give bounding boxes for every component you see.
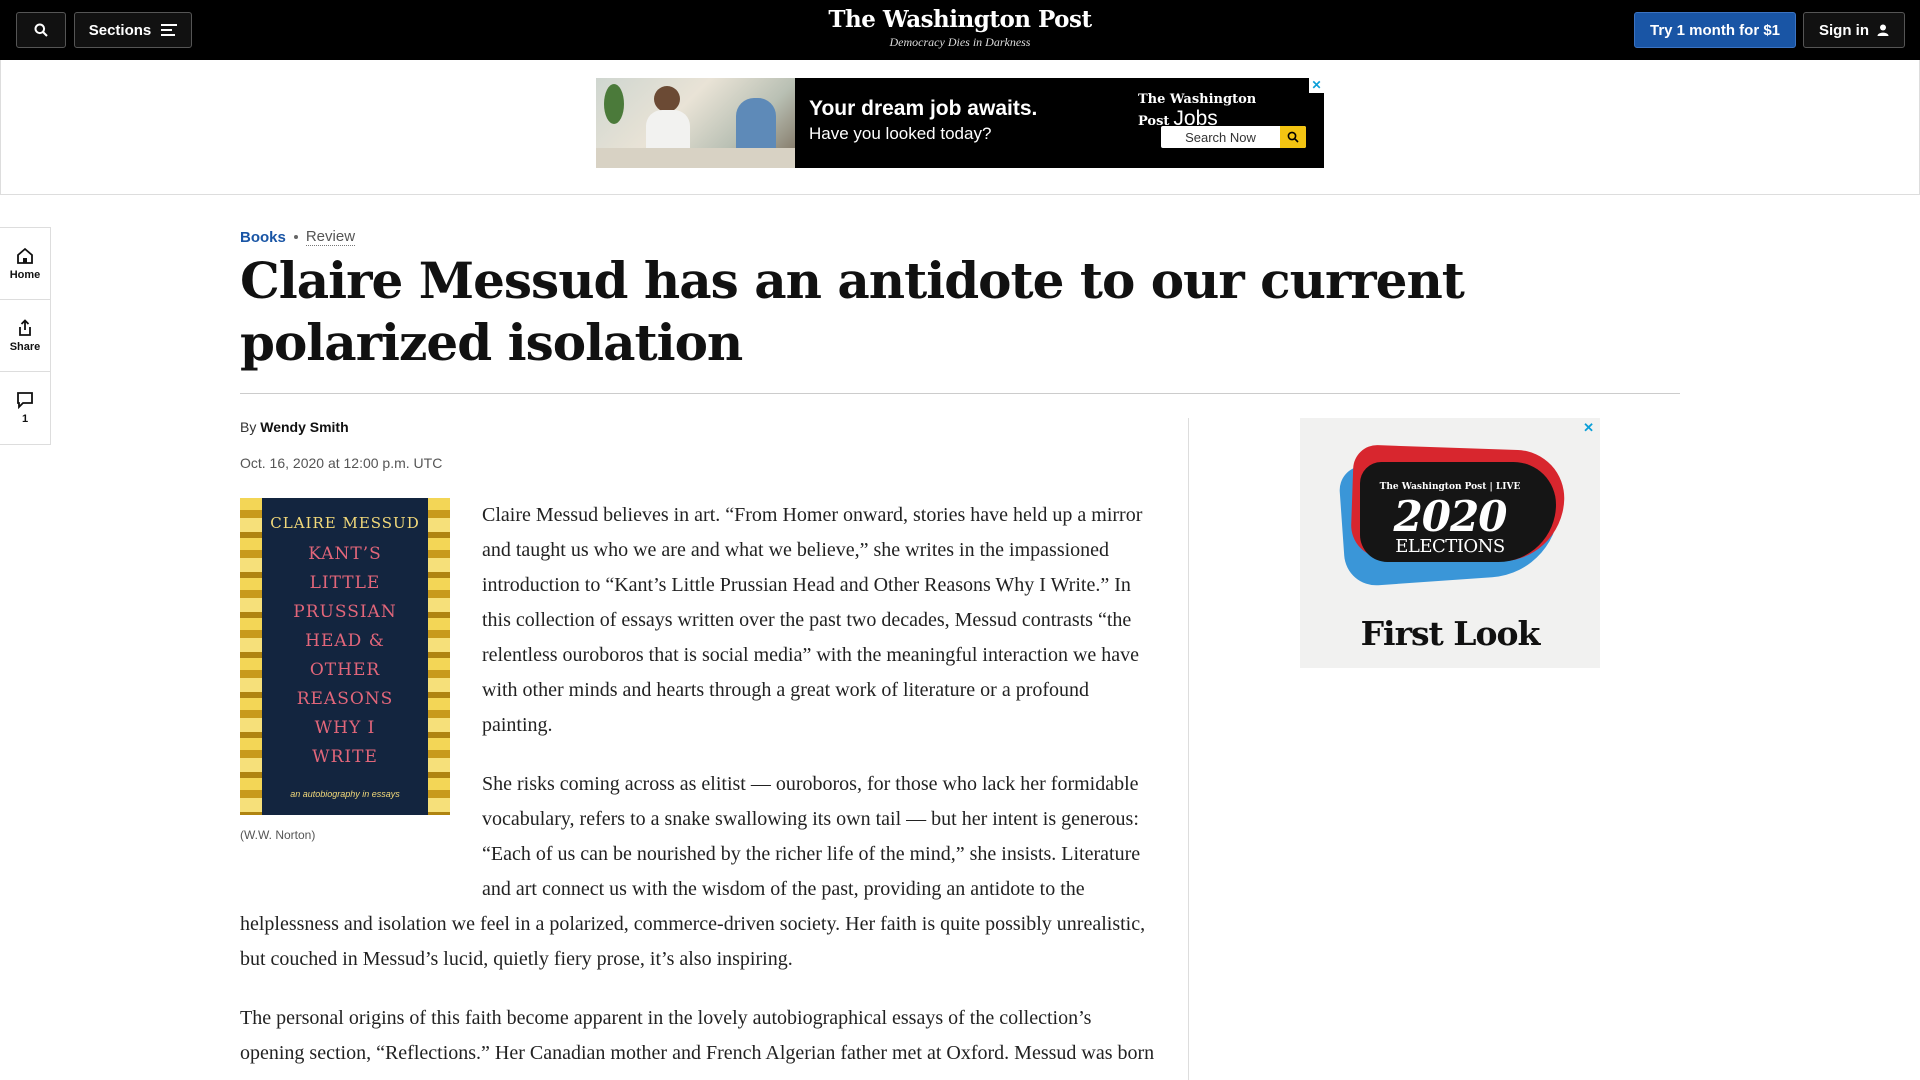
cover-title-line: WRITE <box>312 747 378 767</box>
elections-ad-event: ELECTIONS <box>1395 536 1505 557</box>
section-link[interactable]: Books <box>240 229 286 246</box>
elections-ad-logo: The Washington Post | LIVE <box>1379 482 1521 492</box>
top-nav: Sections The Washington Post Democracy D… <box>0 0 1920 60</box>
elections-ad-year: 2020 <box>1393 492 1508 541</box>
article-headline: Claire Messud has an antidote to our cur… <box>240 251 1465 372</box>
image-caption: (W.W. Norton) <box>240 828 316 842</box>
cover-ornament-left <box>240 498 264 815</box>
rail-comments-count: 1 <box>21 413 29 425</box>
cover-title: KANT’S LITTLE PRUSSIAN HEAD & OTHER REAS… <box>262 540 428 772</box>
kicker-separator <box>293 235 298 239</box>
article-kicker: Books Review <box>240 228 356 246</box>
cover-panel: CLAIRE MESSUD KANT’S LITTLE PRUSSIAN HEA… <box>262 498 428 815</box>
book-cover-image[interactable]: CLAIRE MESSUD KANT’S LITTLE PRUSSIAN HEA… <box>240 498 450 815</box>
ad-close-icon[interactable]: ✕ <box>1583 420 1594 436</box>
elections-ad-tagline: First Look <box>1360 614 1541 653</box>
article-label[interactable]: Review <box>305 228 356 246</box>
sign-in-button[interactable]: Sign in <box>1803 12 1905 48</box>
subscribe-button[interactable]: Try 1 month for $1 <box>1634 12 1796 48</box>
search-icon <box>1280 126 1306 148</box>
cover-title-line: OTHER <box>309 660 381 680</box>
cover-ornament-right <box>426 498 450 815</box>
cover-author: CLAIRE MESSUD <box>270 514 420 532</box>
ad-close-icon[interactable]: ✕ <box>1309 78 1324 93</box>
jobs-ad-subline: Have you looked today? <box>809 124 992 143</box>
paragraph: The personal origins of this faith becom… <box>240 1007 1155 1064</box>
rail-share-button[interactable]: Share <box>0 300 50 372</box>
elections-ad[interactable]: The Washington Post | LIVE 2020 ELECTION… <box>1300 418 1600 668</box>
byline-prefix: By <box>240 419 257 435</box>
column-divider <box>1188 418 1189 1080</box>
masthead[interactable]: The Washington Post Democracy Dies in Da… <box>0 6 1920 50</box>
rail-home-label: Home <box>9 268 41 281</box>
share-icon <box>19 318 31 336</box>
byline: By Wendy Smith <box>240 419 349 435</box>
rail-home-button[interactable]: Home <box>0 228 50 300</box>
sign-in-label: Sign in <box>1819 21 1869 39</box>
jobs-ad-headline: Your dream job awaits. <box>809 97 1038 120</box>
rail-comments-button[interactable]: 1 <box>0 372 50 444</box>
author-link[interactable]: Wendy Smith <box>260 419 348 435</box>
masthead-tagline: Democracy Dies in Darkness <box>889 35 1031 49</box>
left-rail: Home Share 1 <box>0 227 51 445</box>
jobs-ad[interactable]: Your dream job awaits. Have you looked t… <box>596 78 1324 168</box>
masthead-logo[interactable]: The Washington Post <box>0 6 1920 33</box>
cover-title-line: KANT’S <box>308 544 382 564</box>
cover-title-line: PRUSSIAN <box>293 602 397 622</box>
cover-title-line: REASONS <box>296 689 394 709</box>
comment-icon <box>17 392 33 409</box>
headline-divider <box>240 393 1680 394</box>
user-icon <box>1877 24 1889 36</box>
jobs-ad-search-button[interactable]: Search Now <box>1161 126 1306 148</box>
publish-date: Oct. 16, 2020 at 12:00 p.m. UTC <box>240 455 443 471</box>
cover-title-line: WHY I <box>314 718 376 738</box>
jobs-ad-search-label: Search Now <box>1185 129 1256 145</box>
cover-title-line: HEAD & <box>305 631 385 651</box>
rail-share-label: Share <box>9 340 41 353</box>
cover-subtitle: an autobiography in essays <box>290 789 400 799</box>
cover-title-line: LITTLE <box>309 573 381 593</box>
jobs-ad-photo <box>596 78 795 168</box>
home-icon <box>17 247 33 264</box>
